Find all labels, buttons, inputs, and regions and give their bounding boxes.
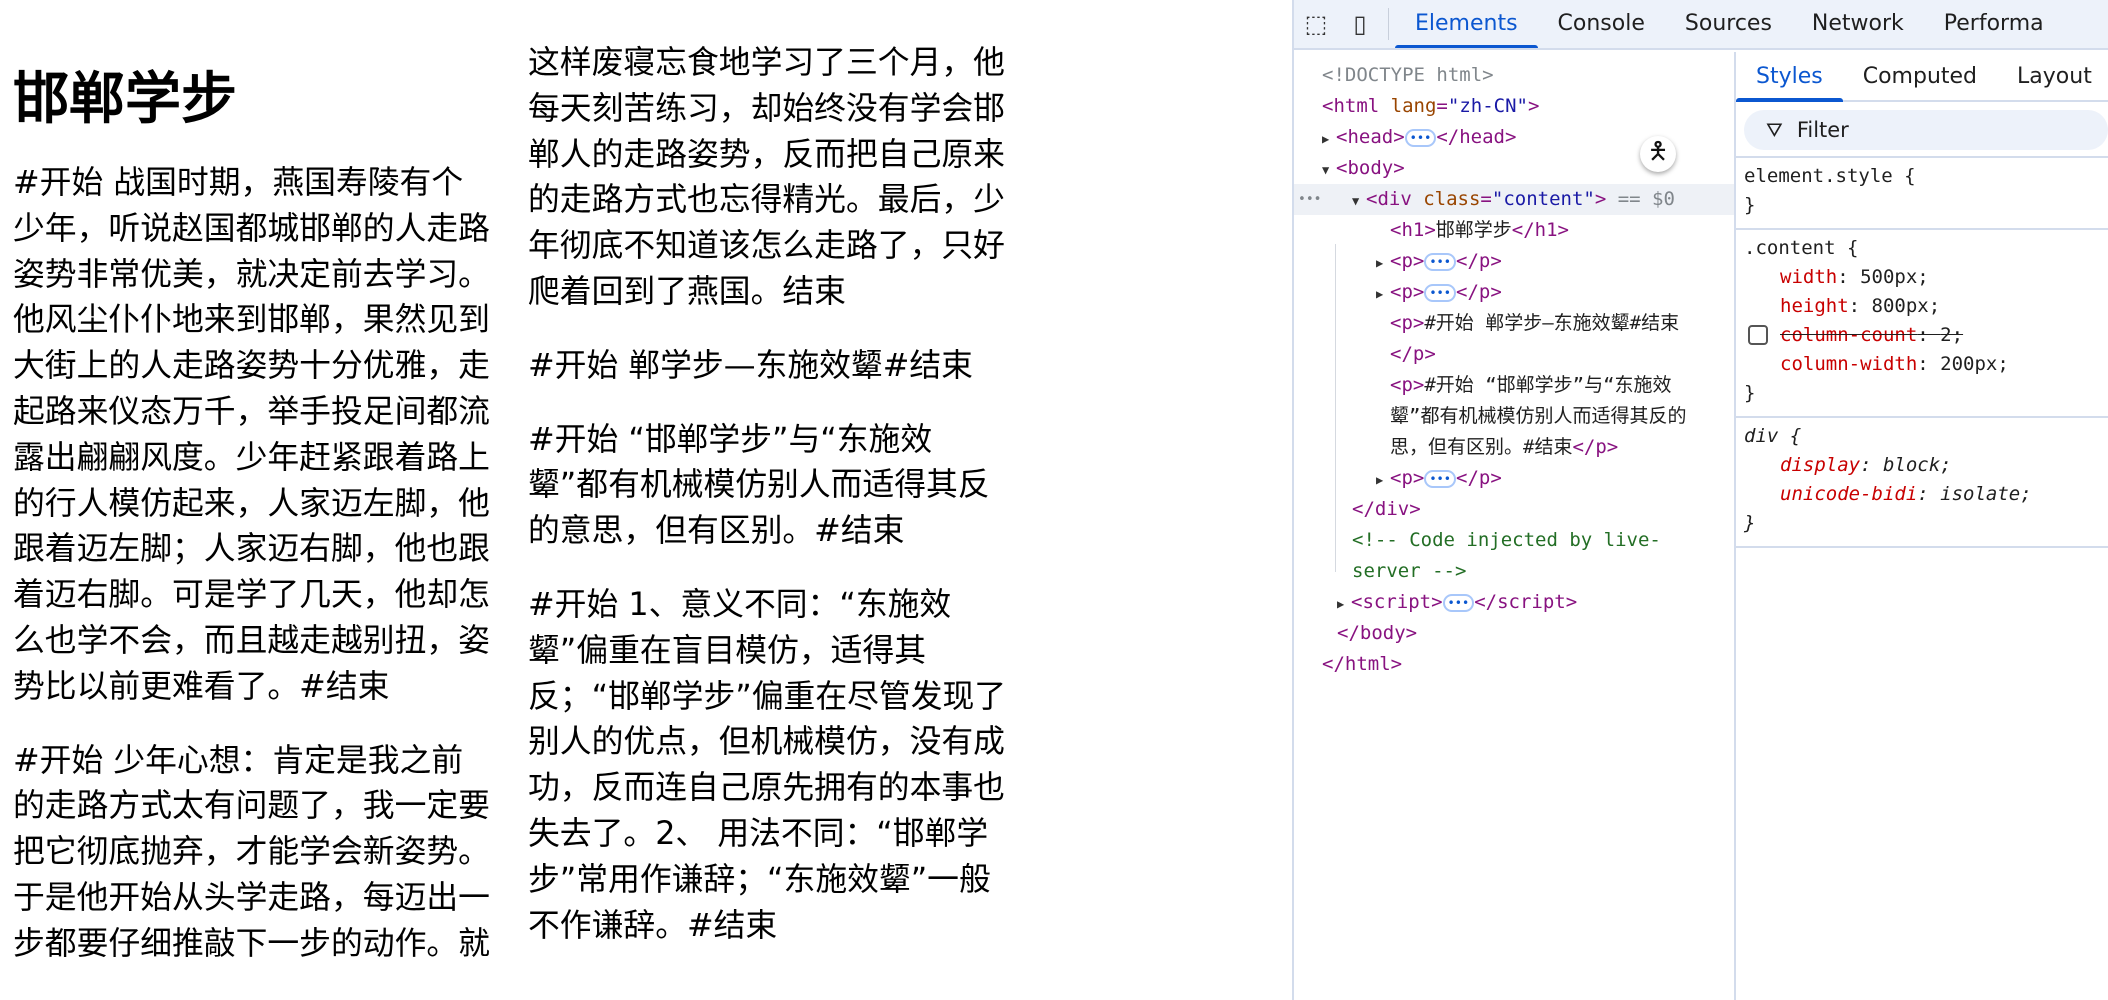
ellipsis-icon[interactable]: ••• [1424,469,1457,488]
dom-node-p-cont: 颦”都有机械模仿别人而适得其反的 [1390,405,1687,427]
css-property-disabled[interactable]: column-count: 2; [1744,321,2108,350]
filter-icon: ⛛ [1766,118,1783,142]
styles-subtabs: Styles Computed Layout [1736,52,2108,102]
tab-sources[interactable]: Sources [1665,0,1792,48]
dom-node-p[interactable]: <p>#开始 “邯郸学步”与“东施效 [1294,370,1734,401]
dom-node-script[interactable]: ▶ <script> ••• </script> [1294,587,1734,618]
expand-triangle-icon[interactable]: ▶ [1376,465,1390,496]
dom-node-doctype[interactable]: <!DOCTYPE html> [1294,60,1734,91]
ellipsis-icon[interactable]: ••• [1404,128,1437,147]
tab-performance[interactable]: Performa [1924,0,2064,48]
dom-tree: <!DOCTYPE html> <html lang="zh-CN"> ▶ <he… [1294,52,1734,1000]
paragraph: #开始 郸学步—东施效颦#结束 [528,346,973,384]
rule-content: .content { width: 500px; height: 800px; … [1736,228,2108,416]
devtools-panel: ⬚ ▯ Elements Console Sources Network Per… [1292,0,2108,1000]
devtools-tabbar: ⬚ ▯ Elements Console Sources Network Per… [1294,0,2108,50]
dom-node-h1[interactable]: <h1>邯郸学步</h1> [1294,215,1734,246]
accessibility-icon[interactable]: 🯅 [1640,136,1676,172]
rendered-page: 邯郸学步 #开始 战国时期，燕国寿陵有个少年，听说赵国都城邯郸的人走路姿势非常优… [0,0,1292,1000]
tab-elements[interactable]: Elements [1395,0,1538,48]
divider [1736,546,2108,548]
property-checkbox[interactable] [1748,325,1768,345]
collapse-triangle-icon[interactable]: ▼ [1352,186,1366,217]
tab-layout[interactable]: Layout [1997,52,2108,100]
row-menu-icon[interactable]: ••• [1298,184,1321,215]
paragraph: #开始 “邯郸学步”与“东施效颦”都有机械模仿别人而适得其反的意思，但有区别。#… [528,420,990,550]
css-property[interactable]: width: 500px; [1744,263,2108,292]
dom-node-body-close[interactable]: </body> [1294,618,1734,649]
indent-guide [1335,244,1336,572]
css-property[interactable]: height: 800px; [1744,292,2108,321]
dom-node-comment-cont: server --> [1352,560,1467,582]
tab-console[interactable]: Console [1538,0,1665,48]
tab-network[interactable]: Network [1792,0,1924,48]
content-div: 邯郸学步 #开始 战国时期，燕国寿陵有个少年，听说赵国都城邯郸的人走路姿势非常优… [13,40,1008,1000]
styles-pane: Styles Computed Layout ⛛ Filter element.s… [1734,52,2108,1000]
ellipsis-icon[interactable]: ••• [1442,593,1475,612]
css-property[interactable]: column-width: 200px; [1744,350,2108,379]
inspect-element-icon[interactable]: ⬚ [1294,0,1338,48]
paragraph: #开始 1、意义不同：“东施效颦”偏重在盲目模仿，适得其反；“邯郸学步”偏重在尽… [528,585,1007,944]
dom-node-p[interactable]: <p>#开始 郸学步—东施效颦#结束 [1294,308,1734,339]
css-property: display: block; [1780,454,1952,476]
paragraph: #开始 战国时期，燕国寿陵有个少年，听说赵国都城邯郸的人走路姿势非常优美，就决定… [13,164,490,705]
css-property: unicode-bidi: isolate; [1780,483,2032,505]
collapse-triangle-icon[interactable]: ▼ [1322,155,1336,186]
page-title: 邯郸学步 [13,67,237,132]
dom-node-p[interactable]: ▶ <p> ••• </p> [1294,277,1734,308]
expand-triangle-icon[interactable]: ▶ [1337,589,1351,620]
dom-node-p[interactable]: ▶ <p> ••• </p> [1294,246,1734,277]
tab-styles[interactable]: Styles [1736,52,1843,102]
divider [1388,8,1389,40]
dom-node-comment[interactable]: <!-- Code injected by live- [1294,525,1734,556]
dom-node-p-close: </p> [1390,343,1436,365]
expand-triangle-icon[interactable]: ▶ [1322,124,1336,155]
ellipsis-icon[interactable]: ••• [1424,252,1457,271]
rule-div-useragent: div { display: block; unicode-bidi: isol… [1736,416,2108,546]
tab-computed[interactable]: Computed [1843,52,1997,100]
dom-node-html[interactable]: <html lang="zh-CN"> [1294,91,1734,122]
dom-node-div-close[interactable]: </div> [1294,494,1734,525]
expand-triangle-icon[interactable]: ▶ [1376,248,1390,279]
expand-triangle-icon[interactable]: ▶ [1376,279,1390,310]
device-toolbar-icon[interactable]: ▯ [1338,0,1382,48]
styles-filter-input[interactable]: ⛛ Filter [1744,110,2108,150]
ellipsis-icon[interactable]: ••• [1424,283,1457,302]
rule-element-style: element.style { } [1736,156,2108,228]
dom-node-p-cont: 思，但有区别。#结束</p> [1390,436,1619,458]
dom-node-p[interactable]: ▶ <p> ••• </p> [1294,463,1734,494]
dom-node-div-content[interactable]: ••• ▼ <div class="content"> == $0 [1294,184,1734,215]
dom-node-html-close[interactable]: </html> [1294,649,1734,680]
